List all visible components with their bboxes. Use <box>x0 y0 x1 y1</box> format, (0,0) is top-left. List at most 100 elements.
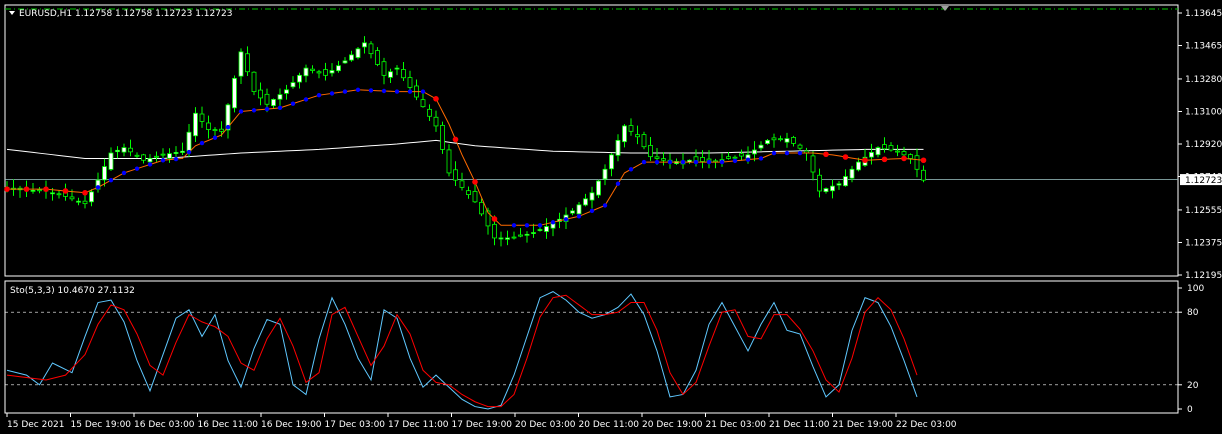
trend-up-dot <box>654 159 660 165</box>
bull-candle <box>193 112 198 137</box>
bear-candle <box>700 157 705 162</box>
trend-up-dot <box>134 166 140 171</box>
trend-up-dot <box>771 150 777 156</box>
bull-candle <box>765 139 770 144</box>
bull-candle <box>843 176 848 187</box>
bull-candle <box>362 42 367 48</box>
bear-candle <box>401 69 406 79</box>
trend-up-dot <box>95 185 101 190</box>
bear-candle <box>245 53 250 73</box>
trend-up-dot <box>381 88 387 94</box>
trend-down-dot <box>862 157 868 164</box>
bear-candle <box>420 99 426 108</box>
trend-up-dot <box>706 159 712 165</box>
bear-candle <box>641 134 647 148</box>
bear-candle <box>466 190 471 195</box>
bear-candle <box>310 68 315 71</box>
stochastic-tick-label: 0 <box>1187 405 1193 415</box>
bear-candle <box>791 137 796 144</box>
bull-candle <box>89 191 94 203</box>
trend-up-dot <box>264 106 270 112</box>
trend-up-dot <box>277 105 283 111</box>
time-tick-label: 20 Dec 03:00 <box>515 420 576 430</box>
bear-candle <box>381 61 387 76</box>
bear-candle <box>446 149 452 174</box>
bear-candle <box>739 153 744 157</box>
bear-candle <box>82 200 88 205</box>
trend-down-dot <box>82 189 88 196</box>
trend-up-dot <box>693 159 699 165</box>
bear-candle <box>654 156 660 159</box>
bull-candle <box>869 152 874 158</box>
bear-candle <box>141 154 146 161</box>
stochastic-label: Sto(5,3,3) 10.4670 27.1132 <box>10 286 135 296</box>
bull-candle <box>30 189 36 192</box>
price-tick-label: 1.12195 <box>1185 271 1222 281</box>
bull-candle <box>609 154 614 170</box>
bull-candle <box>336 65 341 72</box>
time-tick-label: 16 Dec 11:00 <box>198 420 259 430</box>
bull-candle <box>830 185 835 192</box>
trend-up-dot <box>745 157 751 162</box>
price-tick-label: 1.13465 <box>1185 42 1222 52</box>
bull-candle <box>76 200 81 203</box>
trend-down-dot <box>920 157 927 164</box>
time-tick-label: 20 Dec 19:00 <box>642 420 703 430</box>
bear-candle <box>459 180 465 188</box>
chart-canvas[interactable]: EURUSD,H1 1.12758 1.12758 1.12723 1.1272… <box>0 0 1222 431</box>
bull-candle <box>232 77 237 109</box>
trend-up-dot <box>732 158 738 164</box>
trend-up-dot <box>303 97 309 102</box>
bear-candle <box>472 191 478 203</box>
bear-candle <box>492 223 497 239</box>
stochastic-tick-label: 80 <box>1187 308 1199 318</box>
last-price-label: 1.12723 <box>1185 176 1222 186</box>
trend-up-dot <box>238 109 244 114</box>
bear-candle <box>882 144 887 150</box>
bear-candle <box>817 174 822 192</box>
bear-candle <box>56 193 62 196</box>
bear-candle <box>37 189 42 192</box>
bear-candle <box>154 155 159 158</box>
bull-candle <box>297 74 302 83</box>
bear-candle <box>901 151 907 156</box>
bear-candle <box>628 125 634 132</box>
trading-chart[interactable]: EURUSD,H1 1.12758 1.12758 1.12723 1.1272… <box>0 0 1222 431</box>
trend-down-dot <box>43 186 49 192</box>
bear-candle <box>407 77 413 88</box>
trend-up-dot <box>719 159 725 165</box>
bull-candle <box>355 48 361 58</box>
trend-up-dot <box>290 101 296 106</box>
bull-candle <box>238 51 244 77</box>
bull-candle <box>570 210 575 214</box>
trend-up-dot <box>628 167 634 172</box>
bear-candle <box>479 202 484 215</box>
stochastic-lines <box>6 291 918 410</box>
last-price-marker: 1.12723 <box>1180 174 1222 186</box>
trend-up-dot <box>199 140 205 146</box>
bear-candle <box>732 156 738 159</box>
trend-up-dot <box>355 87 361 92</box>
trend-up-dot <box>511 223 517 228</box>
bear-candle <box>797 144 803 149</box>
bull-candle <box>784 138 790 143</box>
bear-candle <box>518 234 523 237</box>
bull-candle <box>342 60 348 64</box>
trend-up-dot <box>160 158 166 163</box>
bull-candle <box>284 89 289 94</box>
bull-candle <box>290 82 296 88</box>
bear-candle <box>726 156 731 159</box>
symbol-dropdown-icon[interactable] <box>9 11 15 15</box>
bull-candle <box>836 183 842 186</box>
time-tick-label: 21 Dec 19:00 <box>833 420 894 430</box>
trend-up-dot <box>550 220 556 225</box>
bear-candle <box>635 134 640 138</box>
stochastic-tick-label: 20 <box>1187 381 1199 391</box>
price-tick-label: 1.13280 <box>1185 75 1222 85</box>
bull-candle <box>121 147 127 153</box>
price-tick-label: 1.12555 <box>1185 206 1222 216</box>
trend-up-dot <box>186 149 192 155</box>
trend-up-dot <box>680 159 686 165</box>
bull-candle <box>583 198 588 206</box>
trend-up-dot <box>797 150 803 156</box>
